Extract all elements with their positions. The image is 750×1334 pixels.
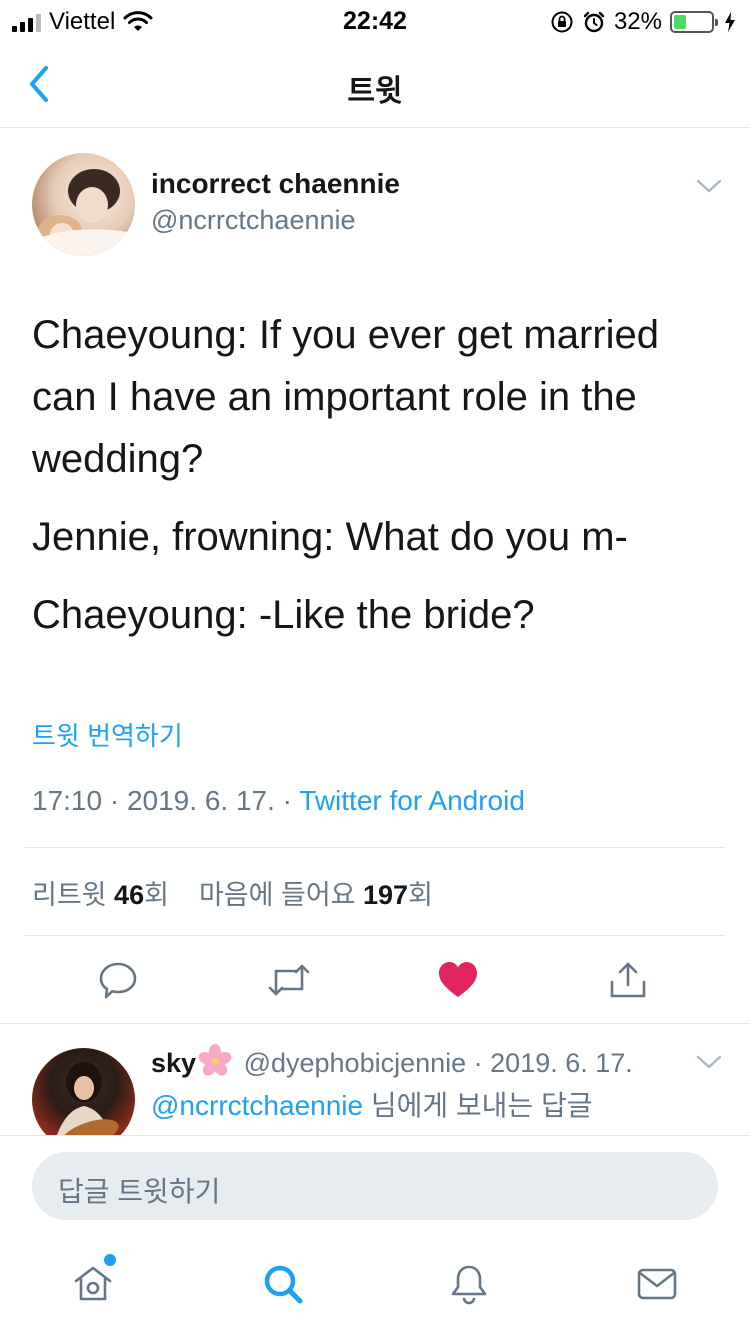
notifications-icon [451, 1265, 487, 1305]
new-content-indicator [104, 1254, 116, 1266]
meta-separator: · [102, 785, 127, 816]
retweet-button[interactable] [267, 958, 311, 1002]
retweet-count: 46 [114, 880, 145, 910]
rotation-lock-icon [551, 11, 573, 33]
translate-tweet-link[interactable]: 트윗 번역하기 [32, 716, 183, 753]
charging-icon [725, 12, 735, 32]
count-suffix: 회 [408, 880, 433, 910]
like-label: 마음에 들어요 [198, 880, 356, 910]
retweet-icon [268, 964, 310, 996]
home-icon [74, 1266, 112, 1301]
author-handle[interactable]: @ncrrctchaennie [151, 205, 356, 236]
reply-context-text: 님에게 보내는 답글 [363, 1090, 593, 1121]
author-name[interactable]: incorrect chaennie [151, 168, 400, 200]
retweet-stat[interactable]: 리트윗 46회 [32, 880, 169, 910]
chevron-down-icon [696, 179, 722, 193]
reply-menu-button[interactable] [694, 1050, 724, 1074]
reply-date: 2019. 6. 17. [490, 1048, 633, 1078]
tab-messages[interactable] [635, 1262, 679, 1306]
messages-icon [637, 1268, 677, 1300]
divider [0, 1135, 750, 1136]
reply-avatar[interactable] [32, 1048, 135, 1136]
avatar-image [32, 169, 135, 256]
reply-compose-input[interactable]: 답글 트윗하기 [32, 1152, 718, 1220]
tweet-line: Jennie, frowning: What do you m- [32, 515, 628, 559]
nav-bar: 트윗 [0, 40, 750, 128]
tab-search[interactable] [261, 1262, 305, 1306]
tweet-menu-button[interactable] [694, 174, 724, 198]
reply-icon [99, 962, 137, 999]
compose-placeholder: 답글 트윗하기 [58, 1176, 221, 1207]
reply-author-name[interactable]: sky [151, 1048, 196, 1078]
tab-notifications[interactable] [447, 1262, 491, 1306]
tweet-time: 17:10 [32, 785, 103, 816]
share-button[interactable] [606, 958, 650, 1002]
status-bar: Viettel 22:42 32% [0, 0, 750, 40]
reply-context: @ncrrctchaennie 님에게 보내는 답글 [151, 1084, 593, 1124]
tweet-source-link[interactable]: Twitter for Android [299, 785, 525, 816]
chevron-down-icon [696, 1055, 722, 1069]
alarm-icon [583, 11, 605, 33]
count-suffix: 회 [144, 880, 169, 910]
like-icon [439, 962, 477, 997]
page-title: 트윗 [347, 75, 403, 108]
tweet-line: Chaeyoung: -Like the bride? [32, 593, 535, 637]
divider [25, 935, 725, 936]
status-right: 32% [550, 8, 736, 36]
reply-header: sky @dyephobicjennie · 2019. 6. 17. [151, 1044, 633, 1079]
tweet-date: 2019. 6. 17. [126, 785, 275, 816]
battery-level [674, 15, 686, 29]
tweet-stats: 리트윗 46회 마음에 들어요 197회 [32, 873, 433, 912]
battery-icon [670, 11, 718, 33]
reply-mention-link[interactable]: @ncrrctchaennie [151, 1090, 363, 1121]
reply-handle[interactable]: @dyephobicjennie [244, 1048, 467, 1078]
like-count: 197 [363, 880, 409, 910]
tweet-text: Chaeyoung: If you ever get married can I… [32, 304, 722, 662]
divider [25, 847, 725, 848]
battery-percent: 32% [613, 8, 662, 35]
reply-item[interactable]: sky @dyephobicjennie · 2019. 6. 17. @ncr… [0, 1020, 750, 1136]
tab-home[interactable] [71, 1262, 115, 1306]
tweet-line: Chaeyoung: If you ever get married can I… [32, 313, 660, 481]
meta-separator: · [274, 785, 300, 816]
avatar-image [56, 1062, 119, 1136]
cherry-blossom-icon [198, 1044, 232, 1076]
author-avatar[interactable] [32, 153, 135, 256]
search-icon [264, 1265, 303, 1304]
reply-button[interactable] [96, 958, 140, 1002]
share-icon [610, 962, 646, 998]
retweet-label: 리트윗 [32, 880, 107, 910]
like-stat[interactable]: 마음에 들어요 197회 [199, 880, 433, 910]
tweet-meta: 17:10 · 2019. 6. 17. · Twitter for Andro… [32, 785, 525, 817]
meta-separator: · [466, 1048, 491, 1078]
like-button[interactable] [436, 958, 480, 1002]
